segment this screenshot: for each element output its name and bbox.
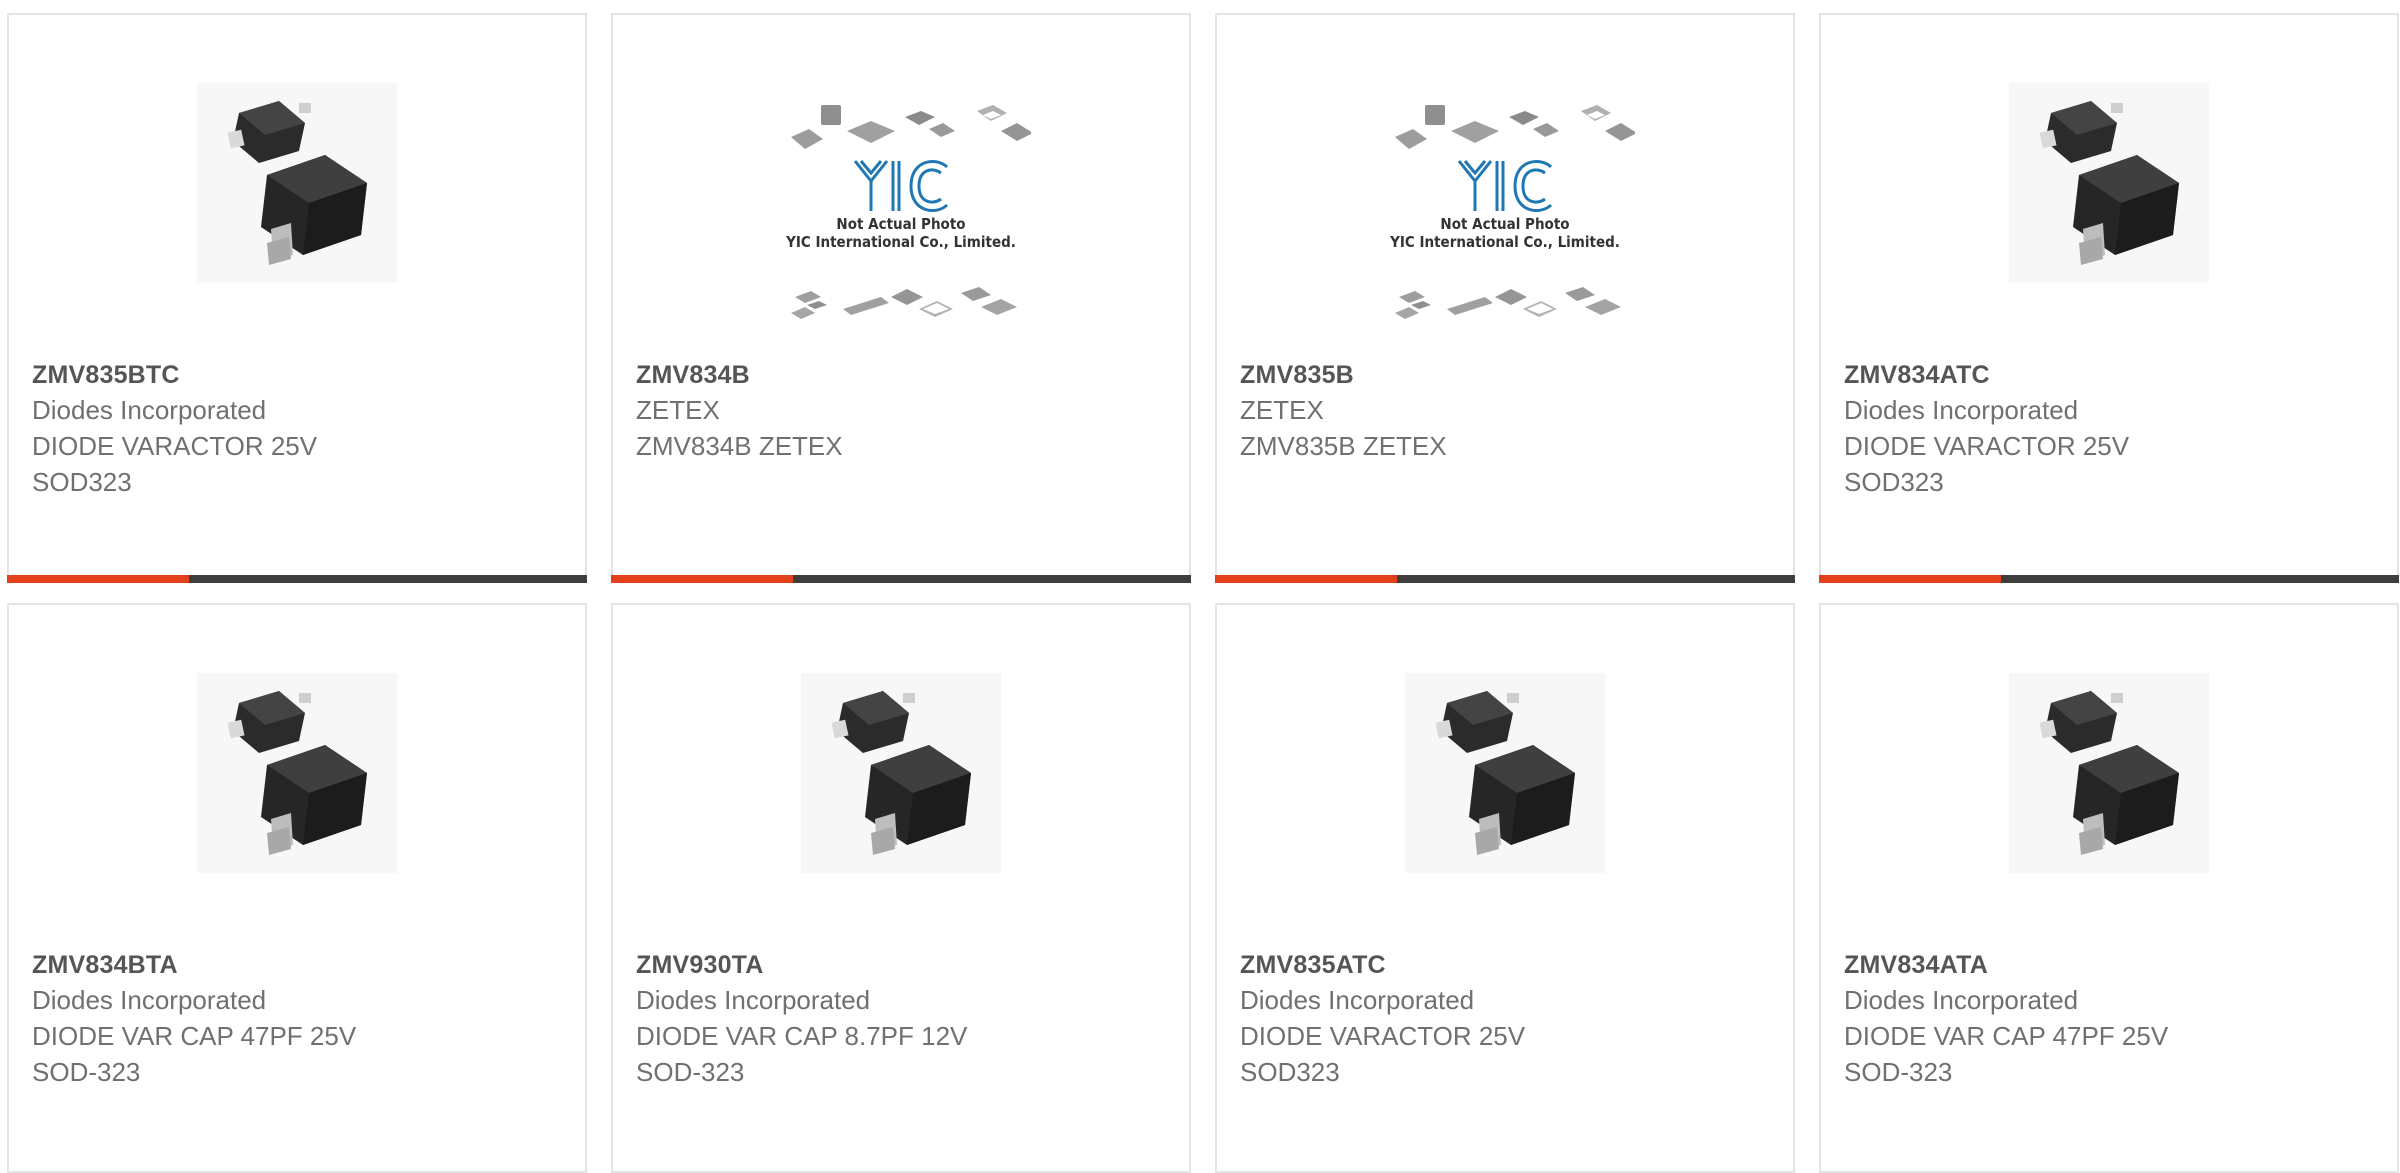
part-number[interactable]: ZMV835ATC [1240,948,1773,982]
description: ZMV834B ZETEX [636,431,843,461]
manufacturer: ZETEX [1240,395,1324,425]
manufacturer: ZETEX [636,395,720,425]
placeholder-line1: Not Actual Photo [836,215,966,233]
manufacturer: Diodes Incorporated [32,985,267,1015]
manufacturer: Diodes Incorporated [32,395,267,425]
yic-placeholder-icon[interactable]: Not Actual Photo YIC International Co., L… [771,101,1031,341]
description: DIODE VARACTOR 25V [1240,1021,1526,1051]
yic-placeholder-icon[interactable]: Not Actual Photo YIC International Co., L… [1375,101,1635,341]
card-bottom-bar [7,575,587,583]
placeholder-line1: Not Actual Photo [1440,215,1570,233]
part-number[interactable]: ZMV930TA [636,948,1169,982]
product-info: ZMV835B ZETEX ZMV835B ZETEX [1240,358,1773,464]
product-card-zmv834b[interactable]: Not Actual Photo YIC International Co., L… [611,13,1191,583]
product-info: ZMV834ATA Diodes Incorporated DIODE VAR … [1844,948,2377,1090]
sod323-diode-icon[interactable] [197,673,397,873]
product-info: ZMV834B ZETEX ZMV834B ZETEX [636,358,1169,464]
card-bottom-bar [1215,575,1795,583]
placeholder-line2: YIC International Co., Limited. [786,233,1016,251]
description: DIODE VAR CAP 47PF 25V [1844,1021,2169,1051]
description: DIODE VARACTOR 25V [32,431,318,461]
sod323-diode-icon[interactable] [2009,83,2209,283]
product-card-zmv834atc[interactable]: ZMV834ATC Diodes Incorporated DIODE VARA… [1819,13,2399,583]
part-number[interactable]: ZMV834BTA [32,948,565,982]
part-number[interactable]: ZMV834ATA [1844,948,2377,982]
product-card-zmv834ata[interactable]: ZMV834ATA Diodes Incorporated DIODE VAR … [1819,603,2399,1173]
package: SOD-323 [32,1057,141,1087]
description: ZMV835B ZETEX [1240,431,1447,461]
description: DIODE VAR CAP 8.7PF 12V [636,1021,968,1051]
part-number[interactable]: ZMV835B [1240,358,1773,392]
product-card-zmv834bta[interactable]: ZMV834BTA Diodes Incorporated DIODE VAR … [7,603,587,1173]
card-bottom-bar [1819,575,2399,583]
product-card-zmv835btc[interactable]: ZMV835BTC Diodes Incorporated DIODE VARA… [7,13,587,583]
product-info: ZMV834ATC Diodes Incorporated DIODE VARA… [1844,358,2377,500]
product-card-zmv835atc[interactable]: ZMV835ATC Diodes Incorporated DIODE VARA… [1215,603,1795,1173]
card-accent-bar [7,575,189,583]
description: DIODE VAR CAP 47PF 25V [32,1021,357,1051]
card-accent-bar [1819,575,2001,583]
manufacturer: Diodes Incorporated [1844,985,2079,1015]
product-grid: ZMV835BTC Diodes Incorporated DIODE VARA… [0,0,2400,1173]
product-info: ZMV835BTC Diodes Incorporated DIODE VARA… [32,358,565,500]
part-number[interactable]: ZMV834B [636,358,1169,392]
sod323-diode-icon[interactable] [2009,673,2209,873]
part-number[interactable]: ZMV835BTC [32,358,565,392]
product-card-zmv835b[interactable]: Not Actual Photo YIC International Co., L… [1215,13,1795,583]
card-accent-bar [1215,575,1397,583]
manufacturer: Diodes Incorporated [1240,985,1475,1015]
placeholder-caption: Not Actual Photo YIC International Co., L… [1375,215,1635,251]
product-card-zmv930ta[interactable]: ZMV930TA Diodes Incorporated DIODE VAR C… [611,603,1191,1173]
manufacturer: Diodes Incorporated [1844,395,2079,425]
package: SOD323 [32,467,132,497]
package: SOD323 [1240,1057,1340,1087]
package: SOD-323 [636,1057,745,1087]
card-accent-bar [611,575,793,583]
part-number[interactable]: ZMV834ATC [1844,358,2377,392]
sod323-diode-icon[interactable] [197,83,397,283]
description: DIODE VARACTOR 25V [1844,431,2130,461]
placeholder-caption: Not Actual Photo YIC International Co., L… [771,215,1031,251]
product-info: ZMV834BTA Diodes Incorporated DIODE VAR … [32,948,565,1090]
package: SOD323 [1844,467,1944,497]
product-info: ZMV835ATC Diodes Incorporated DIODE VARA… [1240,948,1773,1090]
placeholder-line2: YIC International Co., Limited. [1390,233,1620,251]
product-info: ZMV930TA Diodes Incorporated DIODE VAR C… [636,948,1169,1090]
package: SOD-323 [1844,1057,1953,1087]
manufacturer: Diodes Incorporated [636,985,871,1015]
sod323-diode-icon[interactable] [1405,673,1605,873]
sod323-diode-icon[interactable] [801,673,1001,873]
card-bottom-bar [611,575,1191,583]
